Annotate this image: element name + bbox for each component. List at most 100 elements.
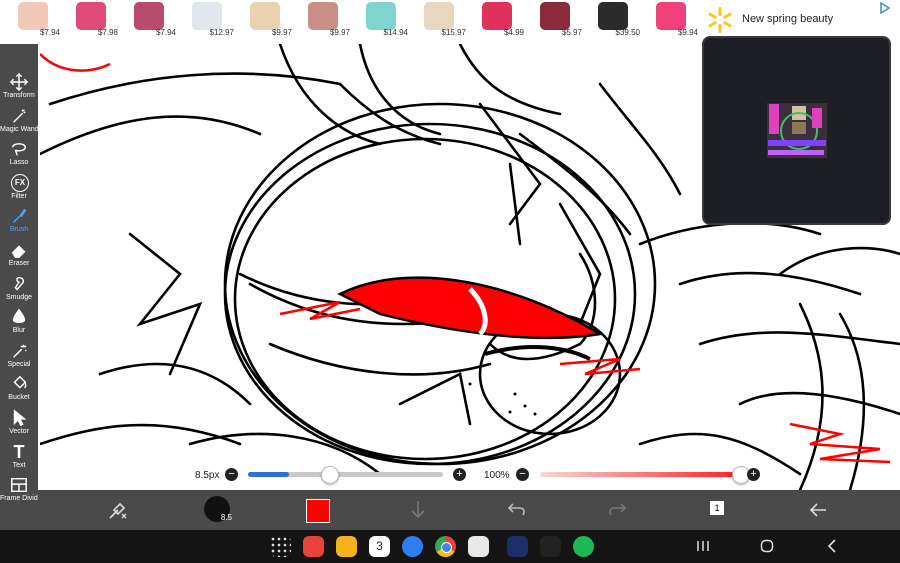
ad-product[interactable]: $7.98	[62, 0, 120, 44]
tool-vector[interactable]: Vector	[0, 408, 38, 441]
product-image	[250, 2, 280, 30]
spotify-app-icon[interactable]	[573, 536, 594, 557]
tool-label: Bucket	[8, 394, 30, 402]
tool-brush[interactable]: Brush	[0, 206, 38, 239]
bucket-icon	[13, 376, 27, 390]
recent-apps-icon[interactable]	[695, 538, 711, 554]
vector-cursor-icon	[13, 409, 27, 427]
tool-label: Text	[12, 461, 26, 469]
tool-label: Special	[7, 360, 31, 368]
product-image	[656, 2, 686, 30]
tool-label: Transform	[3, 92, 35, 99]
smudge-icon	[14, 276, 25, 291]
ad-choices-icon[interactable]	[878, 2, 892, 14]
back-arrow-icon[interactable]	[806, 498, 830, 522]
tool-magic-wand[interactable]: Magic Wand	[0, 106, 39, 139]
product-image	[598, 2, 628, 30]
layer-count: 1	[710, 501, 724, 515]
product-price: $9.97	[329, 28, 350, 37]
brush-size-slider[interactable]	[248, 472, 443, 477]
tool-smudge[interactable]: Smudge	[0, 274, 38, 307]
brush-size-value: 8.5px	[195, 470, 220, 481]
tool-filter[interactable]: FX Filter	[0, 173, 38, 206]
tool-special[interactable]: Special	[0, 341, 38, 374]
system-nav-bar: 3	[0, 530, 900, 563]
ad-product[interactable]: $39.50	[584, 0, 642, 44]
ad-product[interactable]: $9.94	[642, 0, 700, 44]
magic-wand-icon	[13, 108, 26, 123]
product-image	[18, 2, 48, 30]
ad-product[interactable]: $15.97	[410, 0, 468, 44]
redo-icon[interactable]	[605, 498, 629, 522]
product-price: $7.94	[155, 28, 176, 37]
sparkle-wand-icon	[13, 344, 27, 358]
undo-icon[interactable]	[505, 498, 529, 522]
tool-bar: Transform Magic Wand Lasso FX Filter Brush Era…	[0, 44, 44, 530]
brush-size-indicator[interactable]: 8.5	[204, 496, 232, 522]
messages-app-icon[interactable]	[402, 536, 423, 557]
product-price: $9.97	[271, 28, 292, 37]
brush-size-slider-knob[interactable]	[320, 466, 339, 484]
calendar-date: 3	[376, 539, 383, 553]
tool-label: Brush	[9, 226, 29, 234]
bolt-app-icon[interactable]	[540, 536, 561, 557]
tool-text[interactable]: T Text	[0, 442, 38, 475]
calendar-app-icon[interactable]: 3	[369, 536, 390, 557]
ad-product[interactable]: $9.97	[236, 0, 294, 44]
product-price: $7.94	[39, 28, 60, 37]
brush-icon	[13, 208, 27, 224]
tool-lasso[interactable]: Lasso	[0, 139, 38, 172]
product-image	[134, 2, 164, 30]
current-color-swatch[interactable]	[306, 499, 330, 523]
ad-headline[interactable]: New spring beauty	[742, 13, 833, 25]
download-arrow-icon[interactable]	[406, 498, 430, 522]
product-price: $14.94	[383, 28, 408, 37]
camera-app-icon[interactable]	[468, 536, 489, 557]
product-image	[424, 2, 454, 30]
size-decrease-button[interactable]: −	[225, 468, 238, 481]
walmart-spark-icon	[708, 7, 732, 33]
lasso-icon	[11, 143, 27, 156]
folder-app-icon[interactable]	[336, 536, 357, 557]
tool-label: Lasso	[9, 159, 29, 167]
opacity-value: 100%	[484, 470, 510, 481]
layers-button[interactable]: 1	[708, 499, 726, 517]
tool-frame-divider[interactable]: Frame Divider	[0, 475, 44, 508]
brush-settings-icon[interactable]	[106, 498, 130, 522]
ad-product[interactable]: $5.97	[526, 0, 584, 44]
home-icon[interactable]	[759, 538, 775, 554]
product-price: $5.97	[561, 28, 582, 37]
product-image	[308, 2, 338, 30]
tool-transform[interactable]: Transform	[0, 72, 38, 105]
ad-product[interactable]: $4.99	[468, 0, 526, 44]
chrome-app-icon[interactable]	[435, 536, 456, 557]
ad-product[interactable]: $7.94	[4, 0, 62, 44]
product-price: $12.97	[209, 28, 234, 37]
product-image	[482, 2, 512, 30]
size-increase-button[interactable]: +	[453, 468, 466, 481]
tool-label: Smudge	[5, 293, 33, 301]
blur-drop-icon	[12, 308, 26, 324]
tool-eraser[interactable]: Eraser	[0, 240, 38, 273]
opacity-slider[interactable]	[540, 472, 740, 477]
opacity-decrease-button[interactable]: −	[516, 468, 529, 481]
tool-label: Filter	[11, 192, 27, 200]
navigator-window[interactable]	[702, 36, 891, 225]
app-drawer-icon[interactable]	[270, 536, 291, 557]
ad-product[interactable]: $7.94	[120, 0, 178, 44]
eraser-icon	[11, 245, 26, 258]
opacity-increase-button[interactable]: +	[747, 468, 760, 481]
notes-app-icon[interactable]	[303, 536, 324, 557]
tool-bucket[interactable]: Bucket	[0, 374, 38, 407]
ibispaint-app-icon[interactable]	[507, 536, 528, 557]
text-icon: T	[13, 441, 25, 462]
ad-product[interactable]: $9.97	[294, 0, 352, 44]
ad-product[interactable]: $14.94	[352, 0, 410, 44]
ad-product[interactable]: $12.97	[178, 0, 236, 44]
tool-blur[interactable]: Blur	[0, 307, 38, 340]
back-icon[interactable]	[824, 538, 840, 554]
product-price: $7.98	[97, 28, 118, 37]
tool-label: Vector	[9, 428, 29, 435]
tool-label: Eraser	[8, 260, 30, 267]
product-price: $4.99	[503, 28, 524, 37]
